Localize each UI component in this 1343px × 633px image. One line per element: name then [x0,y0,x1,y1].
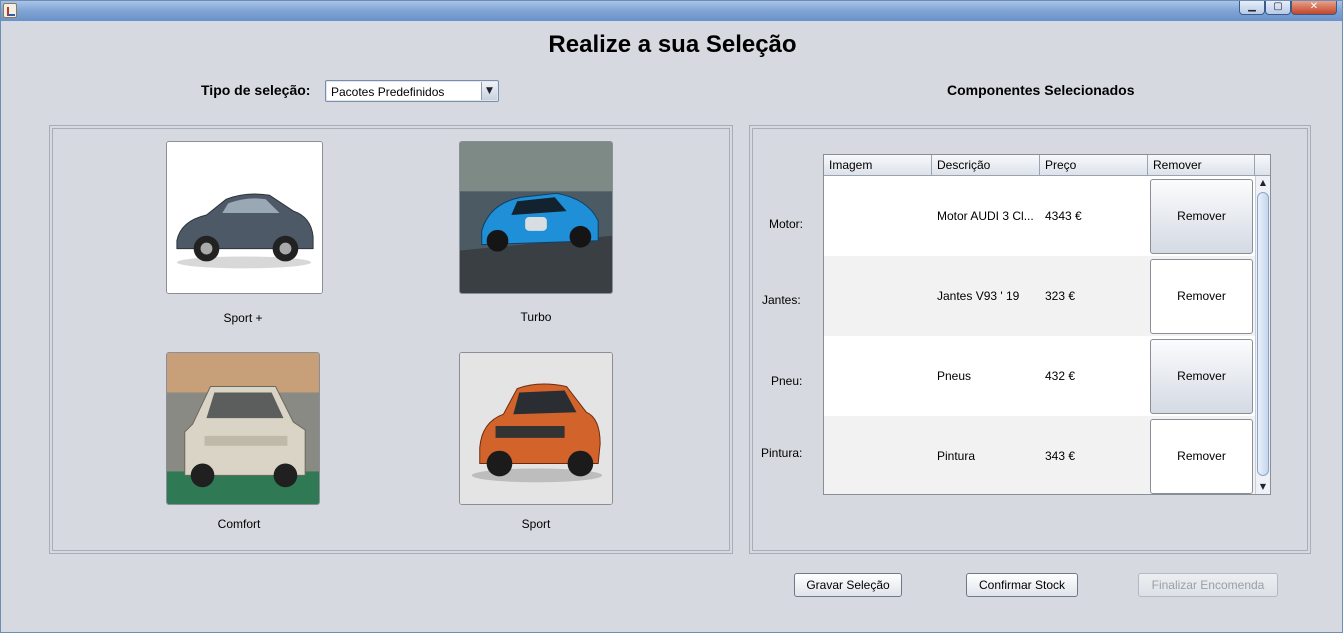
column-header-descricao[interactable]: Descrição [932,155,1040,176]
row-label-pneu: Pneu: [771,374,803,388]
package-sport-plus-image[interactable] [166,141,323,294]
cell-price: 432 € [1045,369,1076,383]
package-label: Sport + [223,311,263,325]
cell-image [824,176,932,256]
package-sport-image[interactable] [459,352,613,505]
table-row: Pneus 432 € Remover [824,336,1255,416]
car-image [460,142,612,293]
car-image [460,353,612,504]
selection-type-dropdown[interactable]: Pacotes Predefinidos ▼ [325,80,499,102]
package-label: Sport [521,517,551,531]
cell-image [824,256,932,336]
car-image [167,353,319,504]
selected-components-title: Componentes Selecionados [947,82,1135,98]
package-turbo-image[interactable] [459,141,613,294]
cell-description: Pintura [937,449,976,463]
car-image [167,142,322,293]
table-header: Imagem Descrição Preço Remover [824,155,1270,176]
row-label-jantes: Jantes: [762,293,801,307]
cell-image [824,416,932,494]
column-header-remover[interactable]: Remover [1148,155,1255,176]
page-title: Realize a sua Seleção [548,31,797,58]
packages-panel [49,125,733,554]
minimize-button[interactable]: ▁ [1239,1,1265,15]
title-bar[interactable]: ▁ ▢ ✕ [1,1,1342,21]
cell-description: Motor AUDI 3 Cl... [937,209,1034,223]
maximize-button[interactable]: ▢ [1265,1,1291,15]
selection-type-label: Tipo de seleção: [201,82,311,98]
table-row: Pintura 343 € Remover [824,416,1255,494]
remove-button[interactable]: Remover [1150,419,1253,494]
table-row: Motor AUDI 3 Cl... 4343 € Remover [824,176,1255,256]
confirm-stock-button[interactable]: Confirmar Stock [966,573,1078,597]
java-app-icon [3,3,17,18]
row-label-pintura: Pintura: [761,446,803,460]
column-header-imagem[interactable]: Imagem [824,155,932,176]
scroll-up-arrow-icon[interactable]: ▲ [1256,176,1270,190]
selection-type-value: Pacotes Predefinidos [331,85,445,99]
remove-button[interactable]: Remover [1150,179,1253,254]
remove-button[interactable]: Remover [1150,259,1253,334]
column-header-preco[interactable]: Preço [1040,155,1148,176]
scroll-down-arrow-icon[interactable]: ▼ [1256,480,1270,494]
cell-price: 323 € [1045,289,1076,303]
app-window: ▁ ▢ ✕ Realize a sua Seleção Tipo de sele… [0,0,1343,633]
scroll-thumb[interactable] [1257,192,1269,476]
cell-image [824,336,932,416]
chevron-down-icon[interactable]: ▼ [481,82,497,100]
table-row: Jantes V93 ' 19 323 € Remover [824,256,1255,336]
cell-price: 4343 € [1045,209,1082,223]
cell-description: Jantes V93 ' 19 [937,289,1020,303]
table-scrollbar[interactable]: ▲ ▼ [1255,176,1270,494]
save-selection-button[interactable]: Gravar Seleção [794,573,902,597]
row-label-motor: Motor: [769,217,804,231]
package-comfort-image[interactable] [166,352,320,505]
cell-description: Pneus [937,369,972,383]
cell-price: 343 € [1045,449,1076,463]
remove-button[interactable]: Remover [1150,339,1253,414]
package-label: Comfort [217,517,261,531]
finalize-order-button[interactable]: Finalizar Encomenda [1138,573,1278,597]
package-label: Turbo [520,310,552,324]
close-button[interactable]: ✕ [1291,1,1337,15]
components-table: Imagem Descrição Preço Remover Motor AUD… [823,154,1271,495]
